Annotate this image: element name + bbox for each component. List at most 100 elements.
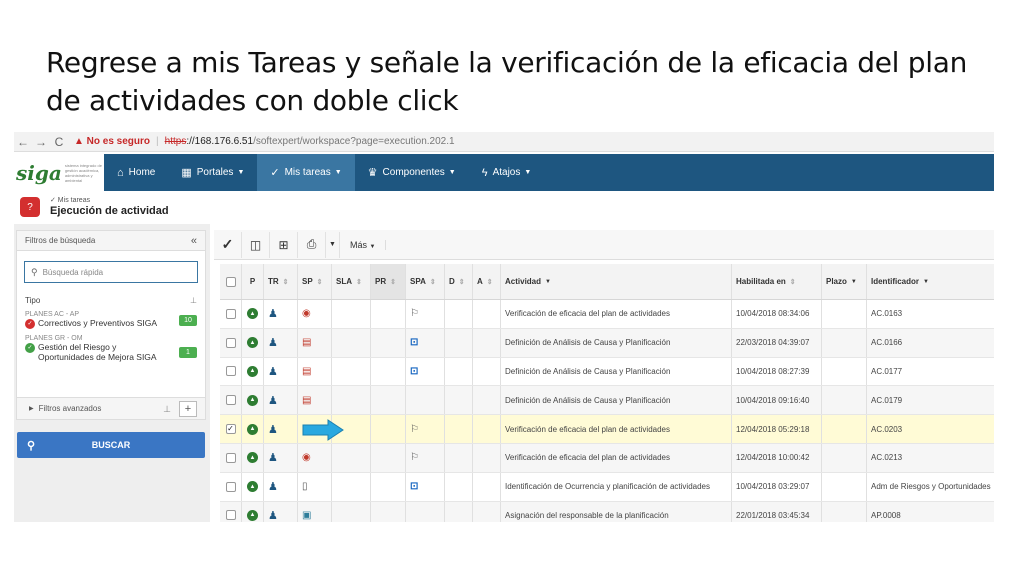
table-row[interactable]: ▲ ♟ ◉ ⚐ Verificación de eficacia del plan de…	[220, 443, 994, 473]
activity-cell[interactable]: Identificación de Ocurrencia y planifica…	[501, 472, 732, 501]
nav-home[interactable]: ⌂ Home	[104, 154, 168, 191]
a-cell	[473, 415, 501, 443]
filter-group-gr-om[interactable]: PLANES GR - OM ✓ Gestión del Riesgo y Op…	[17, 335, 205, 362]
nav-portales[interactable]: ▦ Portales ▼	[168, 154, 257, 191]
screen-icon: ▣	[302, 509, 312, 521]
status-up-icon: ▲	[247, 509, 258, 521]
filters-title: Filtros de búsqueda	[25, 236, 96, 245]
sla-cell	[332, 300, 371, 328]
row-checkbox[interactable]	[220, 443, 242, 472]
print-dropdown-icon[interactable]: ▼	[326, 231, 340, 258]
activity-cell[interactable]: Definición de Análisis de Causa y Planif…	[501, 328, 732, 357]
col-spa[interactable]: SPA ⇕	[406, 264, 445, 299]
table-row[interactable]: ▲ ♟ ▣ Asignación del responsable de la plan…	[220, 501, 994, 522]
spa-cell	[406, 501, 445, 522]
a-cell	[473, 501, 501, 522]
search-button[interactable]: ⚲ BUSCAR	[17, 432, 205, 458]
breadcrumb-parent[interactable]: ✓ Mis tareas	[50, 197, 169, 205]
row-checkbox[interactable]: ✓	[220, 415, 242, 443]
nav-mis-tareas[interactable]: ✓ Mis tareas ▼	[257, 154, 355, 191]
table-row[interactable]: ▲ ♟ ▤ Definición de Análisis de Causa y Pla…	[220, 386, 994, 416]
quick-search-input[interactable]: ⚲ Búsqueda rápida	[24, 261, 198, 283]
select-all-checkbox[interactable]	[220, 264, 242, 299]
forward-icon[interactable]: →	[32, 135, 50, 149]
activity-cell[interactable]: Asignación del responsable de la planifi…	[501, 501, 732, 522]
nav-componentes-label: Componentes	[382, 167, 445, 178]
activity-cell[interactable]: Verificación de eficacia del plan de act…	[501, 443, 732, 472]
collapse-panel-icon[interactable]: «	[191, 235, 197, 247]
col-pr[interactable]: PR ⇕	[371, 264, 406, 299]
hierarchy-icon[interactable]: ⊞	[270, 231, 298, 258]
activity-cell[interactable]: Verificación de eficacia del plan de act…	[501, 300, 732, 328]
view-icon[interactable]: ◫	[242, 231, 270, 258]
col-a[interactable]: A ⇕	[473, 264, 501, 299]
chevron-right-icon: ▶	[29, 406, 34, 412]
home-icon: ⌂	[117, 166, 124, 179]
col-p[interactable]: P	[242, 264, 264, 299]
advanced-filters[interactable]: ▶ Filtros avanzados ⊥ +	[17, 397, 205, 419]
back-icon[interactable]: ←	[14, 135, 32, 149]
col-tr[interactable]: TR ⇕	[264, 264, 298, 299]
table-row[interactable]: ✓ ▲ ♟ ⚐ Verificación de eficacia del plan de…	[220, 415, 994, 444]
action-toolbar: ✓ ◫ ⊞ ⎙ ▼ Más ▼	[214, 230, 994, 260]
priority-cell: ▲	[242, 501, 264, 522]
nav-atajos[interactable]: ϟ Atajos ▼	[469, 154, 545, 191]
grid-body: ▲ ♟ ◉ ⚐ Verificación de eficacia del plan de…	[220, 300, 994, 522]
table-row[interactable]: ▲ ♟ ◉ ⚐ Verificación de eficacia del plan de…	[220, 300, 994, 329]
nav-componentes[interactable]: ♛ Componentes ▼	[355, 154, 469, 191]
deadline-cell	[822, 443, 867, 472]
deadline-cell	[822, 300, 867, 328]
col-identificador[interactable]: Identificador ▼	[867, 264, 994, 299]
add-filter-button[interactable]: +	[179, 401, 197, 417]
execute-check-icon[interactable]: ✓	[214, 231, 242, 258]
row-checkbox[interactable]	[220, 328, 242, 357]
sp-cell: ◉	[298, 300, 332, 328]
col-d[interactable]: D ⇕	[445, 264, 473, 299]
filters-box: Filtros de búsqueda « ⚲ Búsqueda rápida …	[16, 230, 206, 420]
group-label: PLANES AC - AP	[25, 311, 80, 318]
enabled-date-cell: 10/04/2018 03:29:07	[732, 472, 822, 501]
user-icon: ♟	[268, 452, 278, 465]
row-checkbox[interactable]	[220, 357, 242, 386]
clear-filter-icon[interactable]: ⊥	[190, 296, 197, 305]
table-row[interactable]: ▲ ♟ ▤ ⊡ Definición de Análisis de Causa y Pl…	[220, 328, 994, 358]
browser-address-bar[interactable]: ← → C ▲ No es seguro | https://168.176.6…	[14, 132, 994, 152]
task-grid-icon: ⊡	[410, 337, 419, 349]
row-checkbox[interactable]	[220, 300, 242, 328]
identifier-cell: AC.0179	[867, 386, 994, 414]
enabled-date-cell: 10/04/2018 08:27:39	[732, 357, 822, 386]
col-actividad[interactable]: Actividad ▼	[501, 264, 732, 299]
deadline-cell	[822, 501, 867, 522]
tr-cell: ♟	[264, 415, 298, 443]
clear-filter-icon[interactable]: ⊥	[163, 404, 171, 415]
col-plazo[interactable]: Plazo ▼	[822, 264, 867, 299]
table-row[interactable]: ▲ ♟ ▯ ⊡ Identificación de Ocurrencia y plani…	[220, 472, 994, 502]
spa-cell: ⚐	[406, 415, 445, 443]
filter-group-ac-ap[interactable]: PLANES AC - AP ✓ Correctivos y Preventiv…	[17, 311, 205, 329]
status-up-icon: ▲	[247, 308, 258, 320]
row-checkbox[interactable]	[220, 472, 242, 501]
col-sla[interactable]: SLA ⇕	[332, 264, 371, 299]
status-up-icon: ▲	[247, 481, 258, 493]
count-badge: 1	[179, 347, 197, 358]
reload-icon[interactable]: C	[50, 135, 68, 149]
checkbox-icon: ✓	[225, 424, 236, 435]
more-menu[interactable]: Más ▼	[340, 239, 387, 250]
activity-cell[interactable]: Verificación de eficacia del plan de act…	[501, 415, 732, 443]
activity-cell[interactable]: Definición de Análisis de Causa y Planif…	[501, 386, 732, 415]
siga-logo[interactable]: siga sistema integrado de gestión académ…	[14, 154, 104, 191]
row-checkbox[interactable]	[220, 386, 242, 415]
calendar-icon: ▤	[302, 337, 312, 349]
print-icon[interactable]: ⎙	[298, 231, 326, 258]
table-row[interactable]: ▲ ♟ ▤ ⊡ Definición de Análisis de Causa y Pl…	[220, 357, 994, 387]
user-icon: ♟	[268, 337, 278, 350]
enabled-date-cell: 10/04/2018 08:34:06	[732, 300, 822, 328]
activity-cell[interactable]: Definición de Análisis de Causa y Planif…	[501, 357, 732, 386]
bolt-icon: ϟ	[481, 166, 488, 179]
col-habilitada[interactable]: Habilitada en ⇕	[732, 264, 822, 299]
row-checkbox[interactable]	[220, 501, 242, 522]
a-cell	[473, 328, 501, 357]
a-cell	[473, 443, 501, 472]
col-sp[interactable]: SP ⇕	[298, 264, 332, 299]
sla-cell	[332, 386, 371, 415]
